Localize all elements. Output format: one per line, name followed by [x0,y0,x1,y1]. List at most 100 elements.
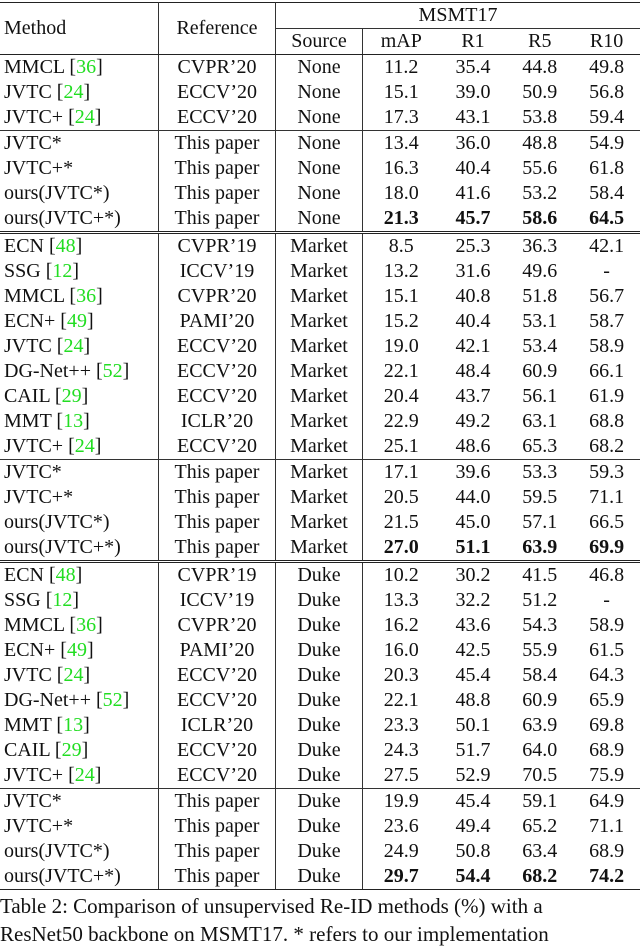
reference-cell: ECCV’20 [159,738,276,763]
table-row: ours(JVTC+*)This paperMarket27.051.163.9… [0,535,640,562]
source-cell: Market [276,485,363,510]
table-row: JVTC*This paperDuke19.945.459.164.9 [0,789,640,815]
reference-cell: This paper [159,460,276,486]
metric-map-cell: 16.0 [363,638,440,663]
method-name: JVTC [4,335,52,357]
table-row: SSG [12]ICCV’19Market13.231.649.6- [0,259,640,284]
method-name: JVTC+ [4,764,63,786]
metric-r10-cell: 58.9 [573,613,640,638]
metric-r10-cell: - [573,588,640,613]
metric-r5-cell: 54.3 [506,613,573,638]
metric-r5-cell: 57.1 [506,510,573,535]
metric-map-cell: 20.5 [363,485,440,510]
citation-link[interactable]: 29 [62,739,82,761]
citation-link[interactable]: 12 [52,260,72,282]
table-row: JVTC+*This paperMarket20.544.059.571.1 [0,485,640,510]
reference-cell: ECCV’20 [159,80,276,105]
citation-link[interactable]: 12 [52,589,72,611]
table-row: JVTC [24]ECCV’20Duke20.345.458.464.3 [0,663,640,688]
metric-map-cell: 24.3 [363,738,440,763]
metric-r10-cell: 56.8 [573,80,640,105]
citation-link[interactable]: 24 [75,435,95,457]
table-row: JVTC*This paperNone13.436.048.854.9 [0,131,640,157]
metric-map-cell: 15.2 [363,309,440,334]
metric-r10-cell: 61.9 [573,384,640,409]
metric-r1-cell: 45.4 [440,663,507,688]
citation-link[interactable]: 24 [75,106,95,128]
table-row: ours(JVTC*)This paperMarket21.545.057.16… [0,510,640,535]
metric-r1-cell: 42.5 [440,638,507,663]
source-cell: Duke [276,562,363,589]
metric-r1-cell: 45.0 [440,510,507,535]
citation-link[interactable]: 13 [63,410,83,432]
method-cell: JVTC [24] [0,80,159,105]
reference-cell: This paper [159,485,276,510]
metric-r1-cell: 39.0 [440,80,507,105]
method-cell: ECN+ [49] [0,638,159,663]
metric-r10-cell: 58.4 [573,181,640,206]
source-cell: None [276,156,363,181]
citation-link[interactable]: 36 [76,285,96,307]
method-name: ECN [4,564,44,586]
metric-r1-cell: 52.9 [440,763,507,789]
citation-link[interactable]: 49 [67,310,87,332]
method-name: MMCL [4,56,64,78]
citation-link[interactable]: 49 [67,639,87,661]
method-name: SSG [4,589,41,611]
method-cell: JVTC+ [24] [0,763,159,789]
header-metric-r1: R1 [440,29,507,55]
metric-r5-cell: 64.0 [506,738,573,763]
citation-link[interactable]: 36 [76,614,96,636]
metric-r1-cell: 36.0 [440,131,507,157]
metric-r5-cell: 49.6 [506,259,573,284]
metric-r10-cell: 49.8 [573,55,640,81]
metric-map-cell: 13.3 [363,588,440,613]
metric-map-cell: 18.0 [363,181,440,206]
metric-r1-cell: 40.4 [440,156,507,181]
reference-cell: ECCV’20 [159,763,276,789]
citation-link[interactable]: 36 [76,56,96,78]
table-row: JVTC*This paperMarket17.139.653.359.3 [0,460,640,486]
source-cell: None [276,206,363,233]
source-cell: Duke [276,864,363,890]
metric-r5-cell: 48.8 [506,131,573,157]
citation-link[interactable]: 48 [56,564,76,586]
citation-link[interactable]: 48 [56,235,76,257]
metric-map-cell: 13.2 [363,259,440,284]
method-cell: JVTC [24] [0,663,159,688]
source-cell: None [276,181,363,206]
table-row: JVTC+ [24]ECCV’20Market25.148.665.368.2 [0,434,640,460]
reference-cell: This paper [159,181,276,206]
metric-r1-cell: 50.1 [440,713,507,738]
method-cell: ours(JVTC+*) [0,535,159,562]
reference-cell: This paper [159,206,276,233]
method-cell: DG-Net++ [52] [0,688,159,713]
metric-r1-cell: 48.6 [440,434,507,460]
method-name: JVTC+* [4,486,73,508]
source-cell: Duke [276,663,363,688]
citation-link[interactable]: 24 [63,664,83,686]
method-name: ours(JVTC*) [4,511,110,533]
metric-map-cell: 21.5 [363,510,440,535]
citation-link[interactable]: 24 [75,764,95,786]
source-cell: Duke [276,839,363,864]
citation-link[interactable]: 29 [62,385,82,407]
citation-link[interactable]: 24 [63,335,83,357]
method-name: DG-Net++ [4,689,91,711]
method-cell: JVTC* [0,131,159,157]
results-table: Method Reference MSMT17 Source mAP R1 R5… [0,2,640,890]
citation-link[interactable]: 24 [63,81,83,103]
caption-line-1: Table 2: Comparison of unsupervised Re-I… [0,892,640,920]
caption-line-2: ResNet50 backbone on MSMT17. * refers to… [0,920,640,948]
method-cell: ours(JVTC+*) [0,206,159,233]
citation-link[interactable]: 52 [103,689,123,711]
method-cell: MMCL [36] [0,613,159,638]
metric-r10-cell: 66.5 [573,510,640,535]
source-cell: Duke [276,713,363,738]
citation-link[interactable]: 52 [103,360,123,382]
metric-r5-cell: 36.3 [506,233,573,260]
table-row: DG-Net++ [52]ECCV’20Market22.148.460.966… [0,359,640,384]
citation-link[interactable]: 13 [63,714,83,736]
table-caption: Table 2: Comparison of unsupervised Re-I… [0,892,640,948]
reference-cell: CVPR’20 [159,613,276,638]
